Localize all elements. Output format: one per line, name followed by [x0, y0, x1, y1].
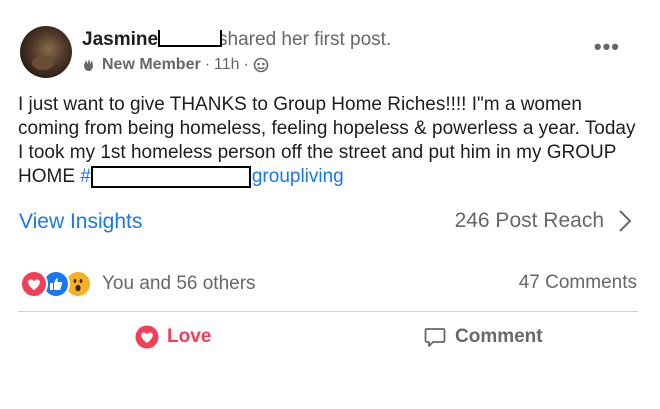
- post-time[interactable]: 11h: [214, 55, 240, 75]
- chevron-right-icon: [619, 210, 632, 232]
- reactions-summary[interactable]: You and 56 others: [20, 270, 256, 298]
- hashtag-groupliving[interactable]: groupliving: [252, 166, 344, 187]
- post-header: Jasmine shared her first post.: [82, 29, 391, 51]
- more-options-icon[interactable]: •••: [594, 36, 620, 58]
- reaction-count-text: You and 56 others: [102, 273, 256, 294]
- heart-icon: [135, 325, 159, 349]
- redacted-hashtag-box: [90, 166, 251, 188]
- author-name[interactable]: Jasmine: [82, 29, 158, 50]
- privacy-icon: [253, 57, 269, 73]
- new-member-icon: [80, 56, 98, 74]
- author-avatar[interactable]: [20, 26, 72, 78]
- comment-icon: [424, 328, 446, 347]
- divider: [18, 311, 638, 312]
- meta-separator: ·: [204, 56, 211, 73]
- comment-button-label: Comment: [455, 326, 543, 347]
- love-reaction-icon: [20, 270, 48, 298]
- love-button[interactable]: Love: [135, 325, 211, 349]
- post-reach-label: 246 Post Reach: [454, 209, 604, 232]
- meta-separator-2: ·: [243, 56, 249, 73]
- love-button-label: Love: [167, 326, 212, 347]
- view-insights-link[interactable]: View Insights: [19, 210, 142, 234]
- post-meta: New Member · 11h ·: [80, 55, 269, 75]
- post-action-text: shared her first post.: [218, 29, 392, 50]
- redacted-name-box: [158, 30, 223, 47]
- comments-count[interactable]: 47 Comments: [519, 272, 637, 294]
- post-body: I just want to give THANKS to Group Home…: [18, 93, 640, 189]
- comment-button[interactable]: Comment: [423, 325, 543, 349]
- post-reach[interactable]: 246 Post Reach: [455, 209, 632, 233]
- member-badge: New Member: [102, 56, 201, 73]
- hashtag-prefix[interactable]: #: [80, 166, 91, 187]
